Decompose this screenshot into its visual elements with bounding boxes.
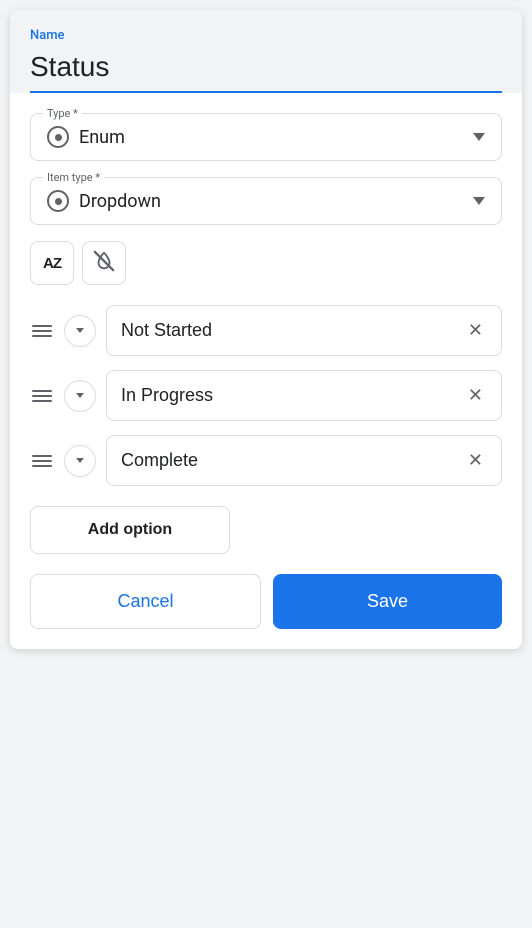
no-color-icon [93,250,115,277]
item-type-select-row: Dropdown [47,190,485,212]
no-color-button[interactable] [82,241,126,285]
drag-line [32,390,52,392]
item-type-label: Item type * [43,171,104,184]
item-type-value-text: Dropdown [79,191,161,212]
action-buttons: Cancel Save [30,574,502,629]
name-field-label: Name [30,28,502,43]
drag-handle-3[interactable] [30,453,54,469]
toolbar: AZ [30,241,502,285]
option-remove-btn-1[interactable]: ✕ [464,318,487,343]
enum-icon [47,126,69,148]
name-input[interactable] [30,47,502,93]
add-option-button[interactable]: Add option [30,506,230,554]
drag-line [32,465,52,467]
option-row-3: ✕ [30,435,502,486]
name-section: Name [10,10,522,93]
option-color-btn-1[interactable] [64,315,96,347]
option-input-wrapper-2: ✕ [106,370,502,421]
type-value-text: Enum [79,127,125,148]
drag-line [32,455,52,457]
option-row-2: ✕ [30,370,502,421]
dialog: Name Type * Enum Item type * Dropdo [10,10,522,649]
save-button[interactable]: Save [273,574,502,629]
drag-line [32,460,52,462]
type-label: Type * [43,107,82,120]
option-color-btn-2[interactable] [64,380,96,412]
sort-az-icon: AZ [43,255,61,272]
drag-line [32,330,52,332]
item-type-field[interactable]: Item type * Dropdown [30,177,502,225]
item-type-value: Dropdown [47,190,161,212]
type-chevron-icon [473,133,485,141]
drag-handle-2[interactable] [30,388,54,404]
type-field[interactable]: Type * Enum [30,113,502,161]
options-list: ✕ ✕ [30,305,502,486]
option-chevron-icon-3 [76,458,84,463]
type-value: Enum [47,126,125,148]
drag-line [32,325,52,327]
option-chevron-icon-1 [76,328,84,333]
dropdown-icon [47,190,69,212]
item-type-chevron-icon [473,197,485,205]
option-remove-btn-3[interactable]: ✕ [464,448,487,473]
option-input-1[interactable] [121,320,464,341]
type-select-row: Enum [47,126,485,148]
drag-line [32,400,52,402]
name-input-wrapper [30,47,502,93]
option-row-1: ✕ [30,305,502,356]
option-input-2[interactable] [121,385,464,406]
option-input-wrapper-1: ✕ [106,305,502,356]
sort-az-button[interactable]: AZ [30,241,74,285]
option-input-wrapper-3: ✕ [106,435,502,486]
main-content: Type * Enum Item type * Dropdown [10,93,522,649]
drag-line [32,395,52,397]
drag-line [32,335,52,337]
option-color-btn-3[interactable] [64,445,96,477]
cancel-button[interactable]: Cancel [30,574,261,629]
option-input-3[interactable] [121,450,464,471]
option-remove-btn-2[interactable]: ✕ [464,383,487,408]
option-chevron-icon-2 [76,393,84,398]
drag-handle-1[interactable] [30,323,54,339]
